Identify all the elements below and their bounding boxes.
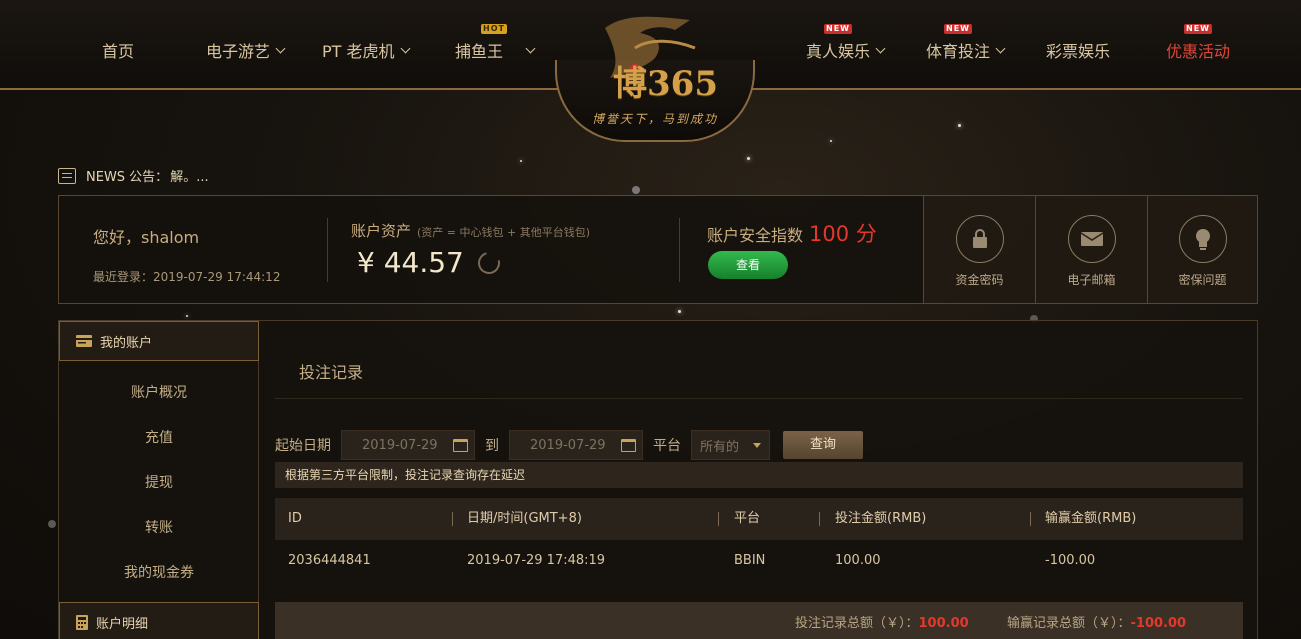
sidebar-item-coupons[interactable]: 我的现金券 — [59, 562, 259, 582]
logo-text: 博365 — [613, 64, 718, 104]
divider — [327, 218, 328, 282]
content-area: 我的账户 账户概况 充值 提现 转账 我的现金券 账户明细 投注记录 起始日期 … — [58, 320, 1258, 639]
nav-lottery[interactable]: 彩票娱乐 — [1046, 38, 1110, 62]
assets-note: (资产 = 中心钱包 + 其他平台钱包) — [417, 226, 591, 239]
calendar-icon — [621, 438, 636, 452]
bulb-icon — [1178, 215, 1227, 263]
chevron-down-icon — [525, 43, 536, 53]
nav-fishing[interactable]: HOT 捕鱼王 — [455, 24, 538, 62]
mail-icon — [1067, 215, 1116, 263]
chevron-down-icon — [275, 43, 286, 53]
page-title: 投注记录 — [299, 363, 364, 382]
platform-label: 平台 — [653, 438, 681, 454]
nav-promotions[interactable]: NEW 优惠活动 — [1166, 24, 1230, 62]
table-row[interactable]: 2036444841 2019-07-29 17:48:19 BBIN 100.… — [275, 540, 1243, 582]
row-winloss: -100.00 — [1045, 553, 1096, 568]
calculator-icon — [76, 614, 88, 630]
email-button[interactable]: 电子邮箱 — [1035, 196, 1147, 303]
end-date-input[interactable]: 2019-07-29 — [509, 430, 643, 460]
new-badge: NEW — [1184, 24, 1212, 34]
card-icon — [76, 335, 92, 347]
sidebar-section-account-details[interactable]: 账户明细 — [59, 602, 259, 639]
site-logo[interactable]: 博365 — [595, 8, 725, 108]
nav-electronic-games[interactable]: 电子游艺 — [206, 38, 288, 62]
filter-bar: 起始日期 2019-07-29 到 2019-07-29 平台 所有的 查询 — [275, 430, 863, 460]
query-button[interactable]: 查询 — [783, 431, 863, 459]
bet-total-value: 100.00 — [918, 616, 969, 631]
col-separator — [718, 512, 719, 526]
balance-value: ¥ 44.57 — [357, 246, 464, 279]
winloss-total-value: -100.00 — [1130, 616, 1187, 631]
nav-home[interactable]: 首页 — [102, 38, 134, 62]
row-platform: BBIN — [734, 553, 766, 568]
security-question-button[interactable]: 密保问题 — [1147, 196, 1257, 303]
account-summary-panel: 您好，shalom 最近登录：2019-07-29 17:44:12 账户资产(… — [58, 195, 1258, 304]
fund-password-label: 资金密码 — [955, 273, 1004, 287]
security-index: 账户安全指数 100 分 — [707, 222, 877, 246]
news-ticker[interactable]: 解。... — [170, 166, 208, 185]
table-header: ID 日期/时间(GMT+8) 平台 投注金额(RMB) 输赢金额(RMB) — [275, 498, 1243, 540]
col-datetime: 日期/时间(GMT+8) — [467, 511, 582, 526]
sidebar-item-overview[interactable]: 账户概况 — [59, 382, 259, 402]
news-label: NEWS 公告： — [86, 170, 169, 185]
divider — [679, 218, 680, 282]
hot-badge: HOT — [481, 24, 507, 34]
news-icon — [58, 167, 76, 184]
assets-label: 账户资产 (资产 = 中心钱包 + 其他平台钱包) — [351, 222, 591, 240]
col-id: ID — [288, 511, 302, 526]
sidebar-item-transfer[interactable]: 转账 — [59, 517, 259, 537]
to-label: 到 — [485, 438, 499, 454]
new-badge: NEW — [824, 24, 852, 34]
bet-total: 投注记录总额（￥）：100.00 — [795, 616, 969, 631]
chevron-down-icon — [400, 43, 410, 53]
row-datetime: 2019-07-29 17:48:19 — [467, 553, 606, 568]
col-winloss: 输赢金额(RMB) — [1045, 511, 1137, 526]
sidebar-item-deposit[interactable]: 充值 — [59, 427, 259, 447]
fund-password-button[interactable]: 资金密码 — [923, 196, 1035, 303]
security-score: 100 分 — [809, 222, 877, 246]
chevron-down-icon — [995, 43, 1006, 53]
sidebar: 我的账户 账户概况 充值 提现 转账 我的现金券 账户明细 — [59, 321, 259, 639]
greeting: 您好，shalom — [93, 228, 200, 247]
col-bet-amount: 投注金额(RMB) — [835, 511, 927, 526]
news-bar: NEWS 公告： 解。... — [58, 166, 209, 185]
col-separator — [452, 512, 453, 526]
row-bet: 100.00 — [835, 553, 881, 568]
row-id: 2036444841 — [288, 553, 371, 568]
nav-pt-slots[interactable]: PT 老虎机 — [322, 38, 413, 62]
sidebar-section-my-account[interactable]: 我的账户 — [59, 321, 259, 361]
sidebar-item-withdraw[interactable]: 提现 — [59, 472, 259, 492]
start-date-label: 起始日期 — [275, 438, 331, 454]
email-label: 电子邮箱 — [1067, 273, 1116, 287]
refresh-icon[interactable] — [473, 247, 504, 278]
calendar-icon — [453, 438, 468, 452]
bet-records-panel: 投注记录 起始日期 2019-07-29 到 2019-07-29 平台 所有的… — [275, 321, 1243, 639]
divider — [275, 398, 1243, 399]
winloss-total: 输赢记录总额（￥）：-100.00 — [1007, 616, 1187, 631]
check-security-button[interactable]: 查看 — [708, 251, 788, 279]
logo-slogan: 博誉天下，马到成功 — [591, 112, 718, 126]
chevron-down-icon — [875, 43, 886, 53]
nav-sports[interactable]: NEW 体育投注 — [926, 24, 1008, 62]
last-login: 最近登录：2019-07-29 17:44:12 — [93, 270, 281, 284]
col-platform: 平台 — [734, 511, 761, 526]
platform-select[interactable]: 所有的 — [691, 430, 770, 460]
start-date-input[interactable]: 2019-07-29 — [341, 430, 475, 460]
caret-down-icon — [753, 442, 761, 448]
totals-row: 投注记录总额（￥）：100.00 输赢记录总额（￥）：-100.00 — [275, 602, 1243, 639]
new-badge: NEW — [944, 24, 972, 34]
nav-live-casino[interactable]: NEW 真人娱乐 — [806, 24, 888, 62]
security-question-label: 密保问题 — [1178, 273, 1227, 287]
col-separator — [819, 512, 820, 526]
lock-icon — [955, 215, 1004, 263]
delay-notice: 根据第三方平台限制，投注记录查询存在延迟 — [275, 462, 1243, 488]
col-separator — [1030, 512, 1031, 526]
balance: ¥ 44.57 — [357, 246, 504, 279]
